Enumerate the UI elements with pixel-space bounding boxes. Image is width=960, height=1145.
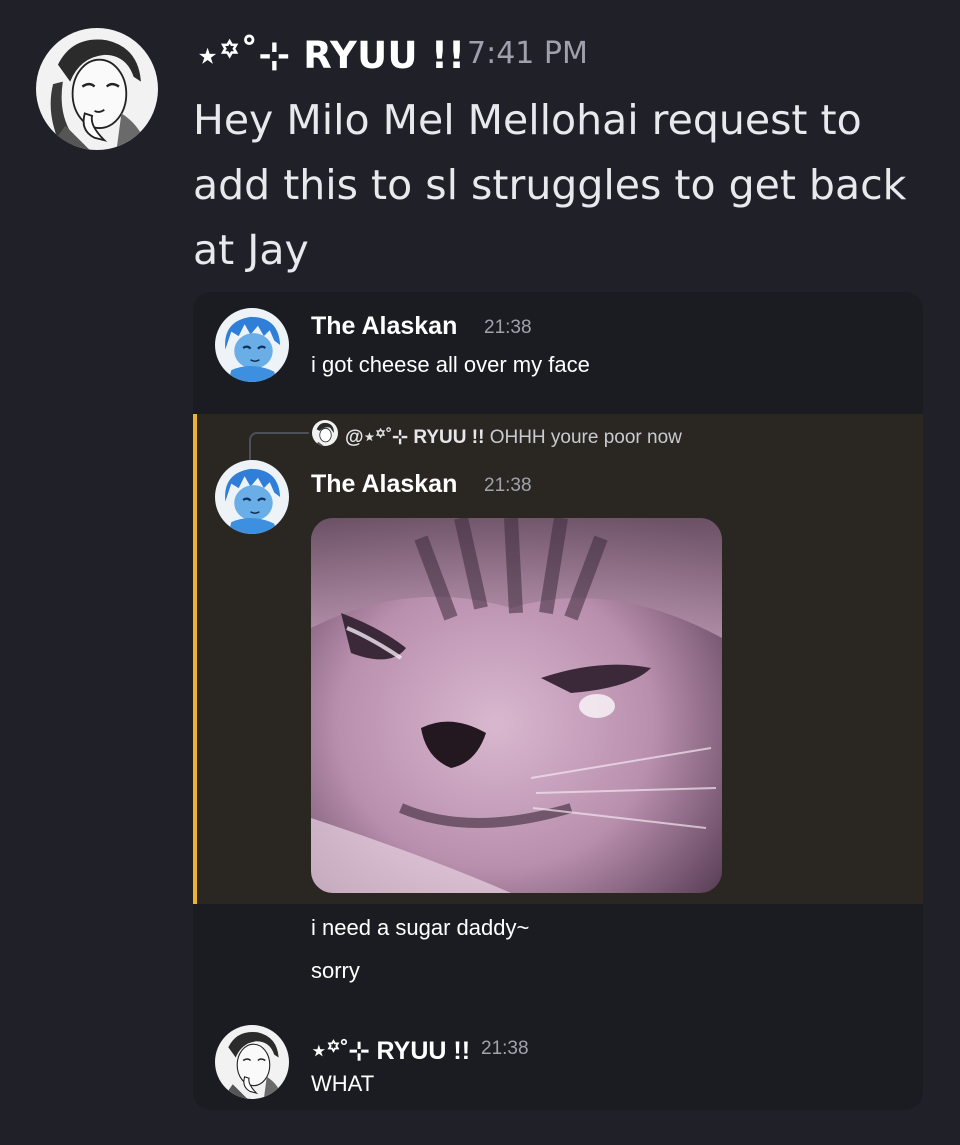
message-author[interactable]: The Alaskan: [311, 470, 457, 499]
embedded-chat-image: The Alaskan 21:38 i got cheese all over …: [193, 292, 923, 1110]
crying-cat-image[interactable]: [311, 518, 722, 893]
user-avatar[interactable]: [36, 28, 158, 150]
message-timestamp: 7:41 PM: [467, 36, 588, 71]
message-text: sorry: [311, 958, 360, 983]
reply-preview[interactable]: @⋆꙳˚⊹ RYUU !! OHHH youre poor now: [345, 423, 682, 449]
message-timestamp: 21:38: [481, 1038, 529, 1059]
message-timestamp: 21:38: [484, 317, 532, 338]
reply-text: OHHH youre poor now: [489, 427, 682, 448]
alaskan-avatar[interactable]: [215, 308, 289, 382]
ryuu-avatar[interactable]: [215, 1025, 289, 1099]
reply-connector: [249, 432, 309, 460]
message-author[interactable]: ⋆꙳˚⊹ RYUU !!: [196, 28, 465, 79]
message-text: Hey Milo Mel Mellohai request to add thi…: [193, 96, 907, 274]
reply-mention[interactable]: @⋆꙳˚⊹ RYUU !!: [345, 427, 484, 448]
message-text: i got cheese all over my face: [311, 352, 590, 377]
message-text: WHAT: [311, 1071, 375, 1096]
message-timestamp: 21:38: [484, 475, 532, 496]
reply-avatar[interactable]: [312, 420, 338, 446]
alaskan-avatar[interactable]: [215, 460, 289, 534]
message-author[interactable]: ⋆꙳˚⊹ RYUU !!: [311, 1033, 470, 1067]
message-text: i need a sugar daddy~: [311, 915, 530, 940]
message-author[interactable]: The Alaskan: [311, 312, 457, 341]
